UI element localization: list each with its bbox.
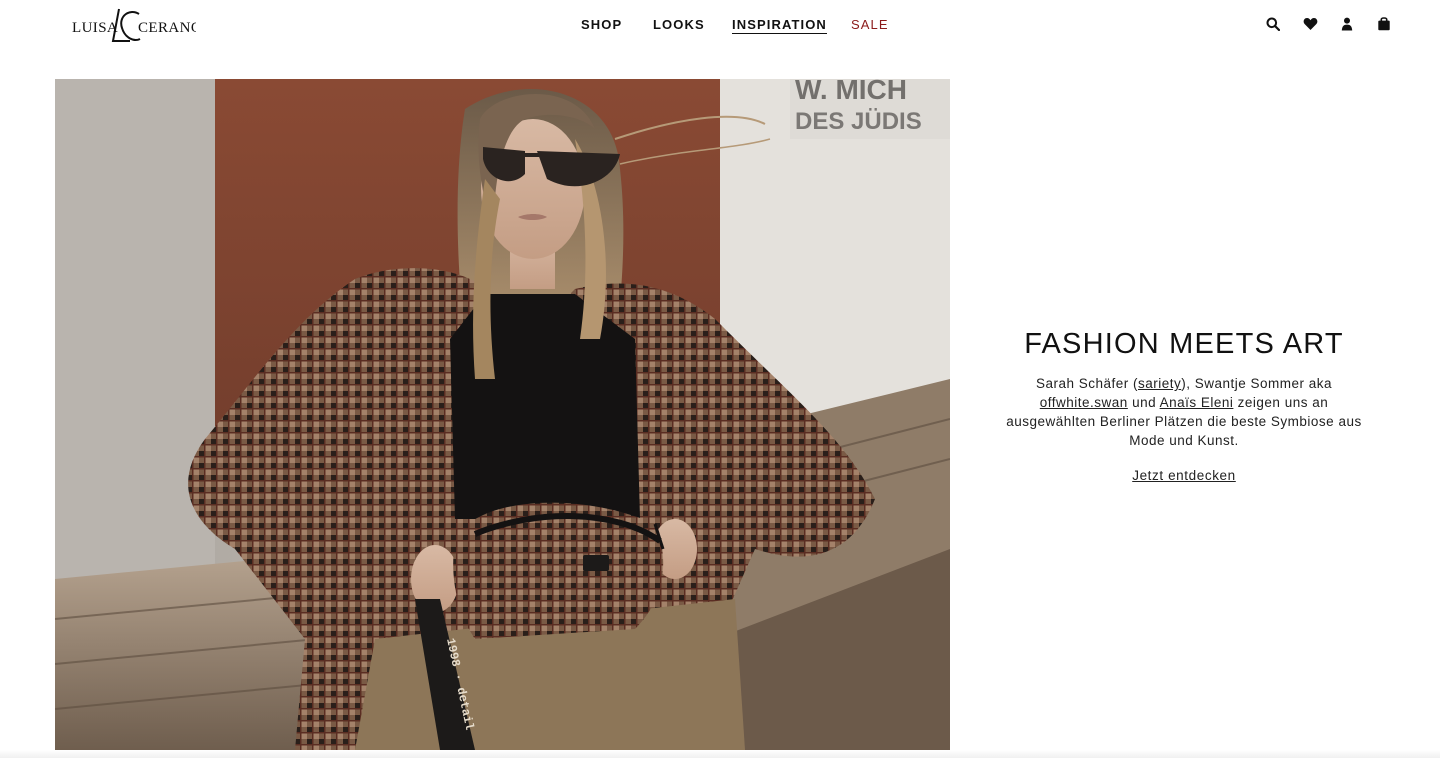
description-text: ), Swantje Sommer aka — [1181, 376, 1333, 391]
logo-text-left: LUISA — [72, 20, 118, 36]
bag-icon[interactable] — [1375, 14, 1393, 32]
user-icon[interactable] — [1338, 15, 1356, 33]
feature-description: Sarah Schäfer (sariety), Swantje Sommer … — [1000, 374, 1368, 450]
svg-text:DES JÜDIS: DES JÜDIS — [795, 108, 922, 135]
brand-logo[interactable]: LUISA CERANO — [72, 6, 196, 46]
hero-image[interactable]: W. MICH DES JÜDIS 1998 · detail — [55, 79, 950, 750]
nav-item-looks[interactable]: LOOKS — [653, 17, 705, 32]
link-offwhite-swan[interactable]: offwhite.swan — [1040, 395, 1128, 410]
feature-text-panel: FASHION MEETS ART Sarah Schäfer (sariety… — [1000, 328, 1368, 485]
heart-icon[interactable] — [1301, 15, 1319, 33]
nav-item-sale[interactable]: SALE — [851, 17, 889, 32]
description-text: Sarah Schäfer ( — [1035, 376, 1138, 391]
feature-title: FASHION MEETS ART — [1024, 328, 1344, 360]
link-sariety[interactable]: sariety — [1138, 376, 1181, 391]
description-text: und — [1127, 395, 1160, 410]
nav-item-inspiration[interactable]: INSPIRATION — [732, 17, 827, 34]
link-anais-eleni[interactable]: Anaïs Eleni — [1160, 395, 1234, 410]
logo-text-right: CERANO — [138, 20, 196, 36]
bottom-shadow — [0, 750, 1440, 758]
svg-text:W. MICH: W. MICH — [795, 79, 907, 105]
discover-link[interactable]: Jetzt entdecken — [1132, 468, 1236, 483]
site-header: LUISA CERANO SHOP LOOKS INSPIRATION SALE — [0, 0, 1440, 52]
nav-item-shop[interactable]: SHOP — [581, 17, 622, 32]
search-icon[interactable] — [1264, 15, 1282, 33]
